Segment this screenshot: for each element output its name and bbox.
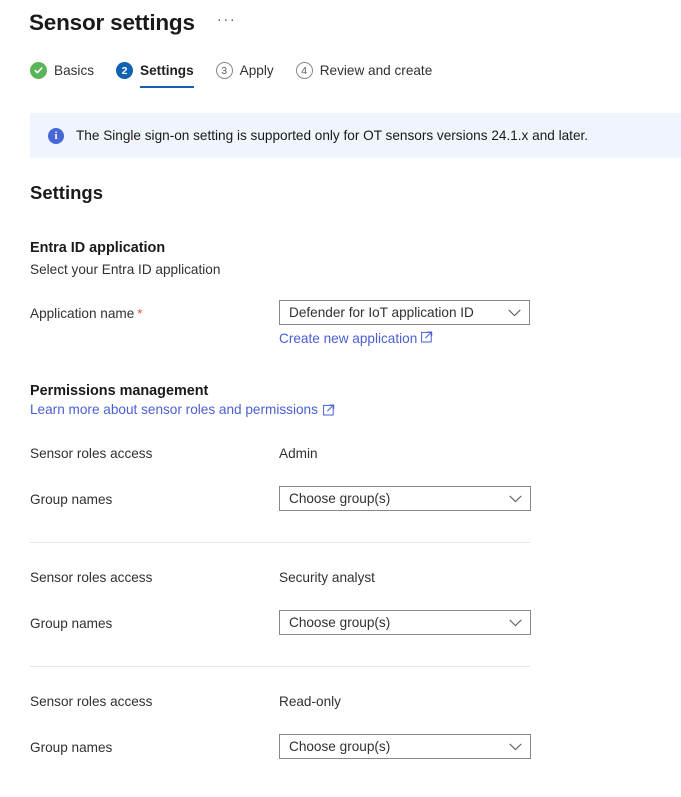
check-icon (30, 62, 47, 79)
wizard-steps: Basics 2 Settings 3 Apply 4 Review and c… (0, 62, 681, 98)
wizard-step-settings[interactable]: 2 Settings (116, 62, 194, 88)
settings-heading: Settings (30, 182, 103, 203)
wizard-step-apply[interactable]: 3 Apply (215, 62, 274, 88)
sensor-roles-access-label: Sensor roles access (30, 446, 153, 461)
step-number-badge: 4 (295, 62, 313, 79)
application-name-label-text: Application name (30, 306, 135, 321)
application-name-row: Application name * Defender for IoT appli… (30, 300, 681, 348)
group-names-label: Group names (30, 492, 113, 507)
sensor-role-value: Admin (279, 446, 318, 461)
wizard-step-label: Settings (140, 63, 194, 78)
group-names-dropdown[interactable]: Choose group(s) (279, 610, 531, 635)
group-names-label: Group names (30, 616, 113, 631)
active-step-underline (140, 86, 194, 88)
more-options-button[interactable]: ··· (213, 12, 241, 34)
step-number-badge: 2 (116, 62, 134, 79)
wizard-step-label: Review and create (319, 63, 433, 78)
wizard-step-basics[interactable]: Basics (30, 62, 94, 88)
chevron-down-icon (509, 619, 522, 626)
group-names-dropdown[interactable]: Choose group(s) (279, 734, 531, 759)
external-link-icon (322, 404, 335, 416)
wizard-step-review-and-create[interactable]: 4 Review and create (295, 62, 433, 88)
wizard-step-label: Basics (54, 63, 95, 78)
step-number-badge: 3 (215, 62, 233, 79)
application-name-dropdown[interactable]: Defender for IoT application ID (279, 300, 530, 325)
chevron-down-icon (509, 743, 522, 750)
entra-id-application-subtitle: Select your Entra ID application (30, 262, 221, 277)
permissions-management-heading: Permissions management (30, 383, 209, 399)
page-header: Sensor settings ··· (0, 0, 681, 40)
section-divider (30, 666, 530, 667)
section-divider (30, 542, 530, 543)
group-names-label: Group names (30, 740, 113, 755)
sensor-roles-access-row: Sensor roles access Admin (30, 440, 681, 465)
group-names-value: Choose group(s) (289, 615, 391, 630)
sensor-role-value: Read-only (279, 694, 341, 709)
chevron-down-icon (509, 495, 522, 502)
required-asterisk: * (137, 306, 143, 321)
group-names-dropdown[interactable]: Choose group(s) (279, 486, 531, 511)
info-banner: i The Single sign-on setting is supporte… (30, 113, 681, 158)
learn-more-permissions-link[interactable]: Learn more about sensor roles and permis… (30, 401, 335, 419)
wizard-step-label: Apply (239, 63, 274, 78)
group-names-row: Group names Choose group(s) (30, 486, 681, 511)
sensor-roles-access-label: Sensor roles access (30, 694, 153, 709)
info-banner-text: The Single sign-on setting is supported … (76, 128, 589, 143)
sensor-roles-access-label: Sensor roles access (30, 570, 153, 585)
external-link-icon (421, 331, 433, 343)
page-title: Sensor settings (29, 10, 195, 35)
create-new-application-link[interactable]: Create new application (279, 330, 681, 348)
group-names-value: Choose group(s) (289, 739, 391, 754)
group-names-row: Group names Choose group(s) (30, 610, 681, 635)
sensor-role-value: Security analyst (279, 570, 375, 585)
create-new-application-label: Create new application (279, 331, 418, 346)
application-name-value: Defender for IoT application ID (289, 305, 474, 320)
application-name-field: Defender for IoT application ID Create n… (279, 300, 681, 348)
chevron-down-icon (508, 309, 521, 316)
learn-more-permissions-label: Learn more about sensor roles and permis… (30, 402, 318, 417)
info-icon: i (48, 127, 64, 144)
sensor-roles-access-row: Sensor roles access Read-only (30, 688, 681, 713)
settings-content: Settings Entra ID application Select you… (0, 158, 681, 759)
group-names-value: Choose group(s) (289, 491, 391, 506)
sensor-roles-access-row: Sensor roles access Security analyst (30, 564, 681, 589)
group-names-row: Group names Choose group(s) (30, 734, 681, 759)
application-name-label: Application name * (30, 300, 279, 325)
entra-id-application-heading: Entra ID application (30, 240, 166, 256)
